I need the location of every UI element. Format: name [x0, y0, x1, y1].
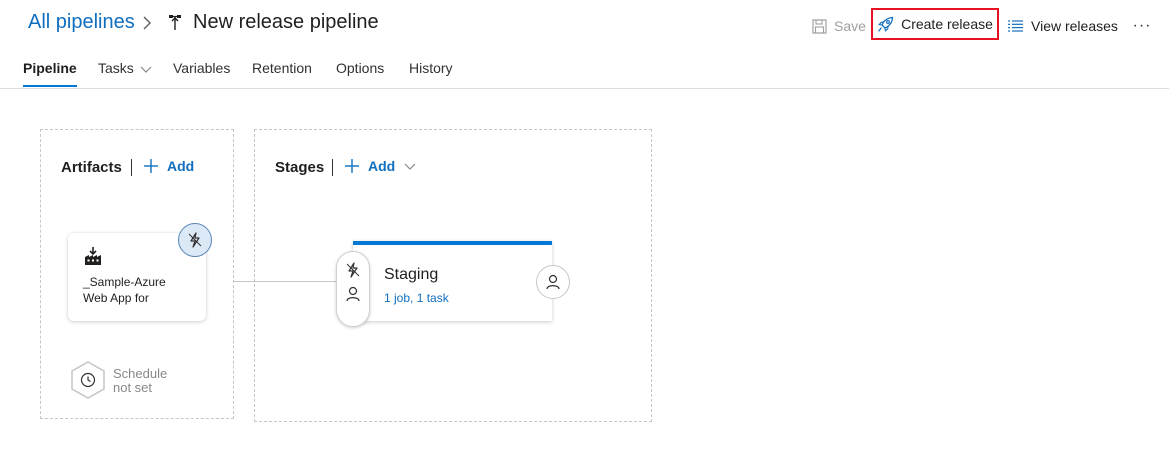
tab-options[interactable]: Options: [336, 60, 384, 88]
add-artifact-label: Add: [167, 158, 195, 174]
chevron-down-icon: [140, 66, 152, 73]
add-artifact-button[interactable]: Add: [143, 158, 194, 174]
add-stage-label: Add: [368, 158, 396, 174]
save-button[interactable]: Save: [812, 14, 866, 38]
breadcrumb-all-pipelines[interactable]: All pipelines: [28, 11, 135, 34]
chevron-down-icon: [404, 163, 416, 170]
trigger-icon: [188, 232, 202, 248]
continuous-deployment-trigger-button[interactable]: [178, 223, 212, 257]
schedule-line2: not set: [113, 380, 153, 395]
trigger-icon: [346, 262, 360, 278]
create-release-button[interactable]: Create release: [871, 8, 999, 40]
stages-title-divider: [332, 159, 333, 176]
view-releases-label: View releases: [1031, 18, 1118, 34]
pre-deployment-conditions[interactable]: [336, 251, 370, 327]
stage-name: Staging: [384, 266, 439, 283]
schedule-line1: Schedule: [113, 366, 168, 381]
list-icon: [1008, 20, 1023, 32]
create-release-label: Create release: [901, 16, 993, 32]
plus-icon: [144, 159, 158, 173]
pipeline-icon: [169, 15, 181, 30]
artifacts-title-divider: [131, 159, 132, 176]
person-icon: [346, 286, 360, 302]
tab-variables[interactable]: Variables: [173, 60, 230, 88]
plus-icon: [345, 159, 359, 173]
tab-retention[interactable]: Retention: [252, 60, 312, 88]
rocket-icon: [878, 16, 894, 32]
build-artifact-icon: [85, 247, 101, 265]
post-deployment-conditions-button[interactable]: [536, 265, 570, 299]
more-actions-button[interactable]: ···: [1132, 14, 1152, 38]
stage-card-staging[interactable]: Staging 1 job, 1 task: [353, 241, 552, 321]
save-icon: [812, 18, 827, 34]
tab-pipeline[interactable]: Pipeline: [23, 60, 77, 88]
chevron-right-icon: [143, 16, 151, 30]
page-title: New release pipeline: [193, 11, 379, 33]
tabs-divider: [0, 88, 1169, 89]
tab-tasks-label: Tasks: [98, 60, 134, 76]
view-releases-button[interactable]: View releases: [1007, 14, 1118, 38]
stage-summary-link[interactable]: 1 job, 1 task: [384, 291, 449, 305]
stages-title: Stages: [275, 159, 325, 176]
tab-tasks[interactable]: Tasks: [98, 60, 153, 88]
artifact-name-line1: _Sample-Azure: [83, 275, 166, 289]
schedule-trigger-button[interactable]: [70, 361, 106, 399]
artifacts-title: Artifacts: [61, 159, 122, 176]
save-label: Save: [834, 18, 866, 34]
person-icon: [546, 274, 560, 290]
add-stage-button[interactable]: Add: [344, 158, 425, 174]
tab-history[interactable]: History: [409, 60, 453, 88]
artifact-name-line2: Web App for: [83, 291, 149, 305]
